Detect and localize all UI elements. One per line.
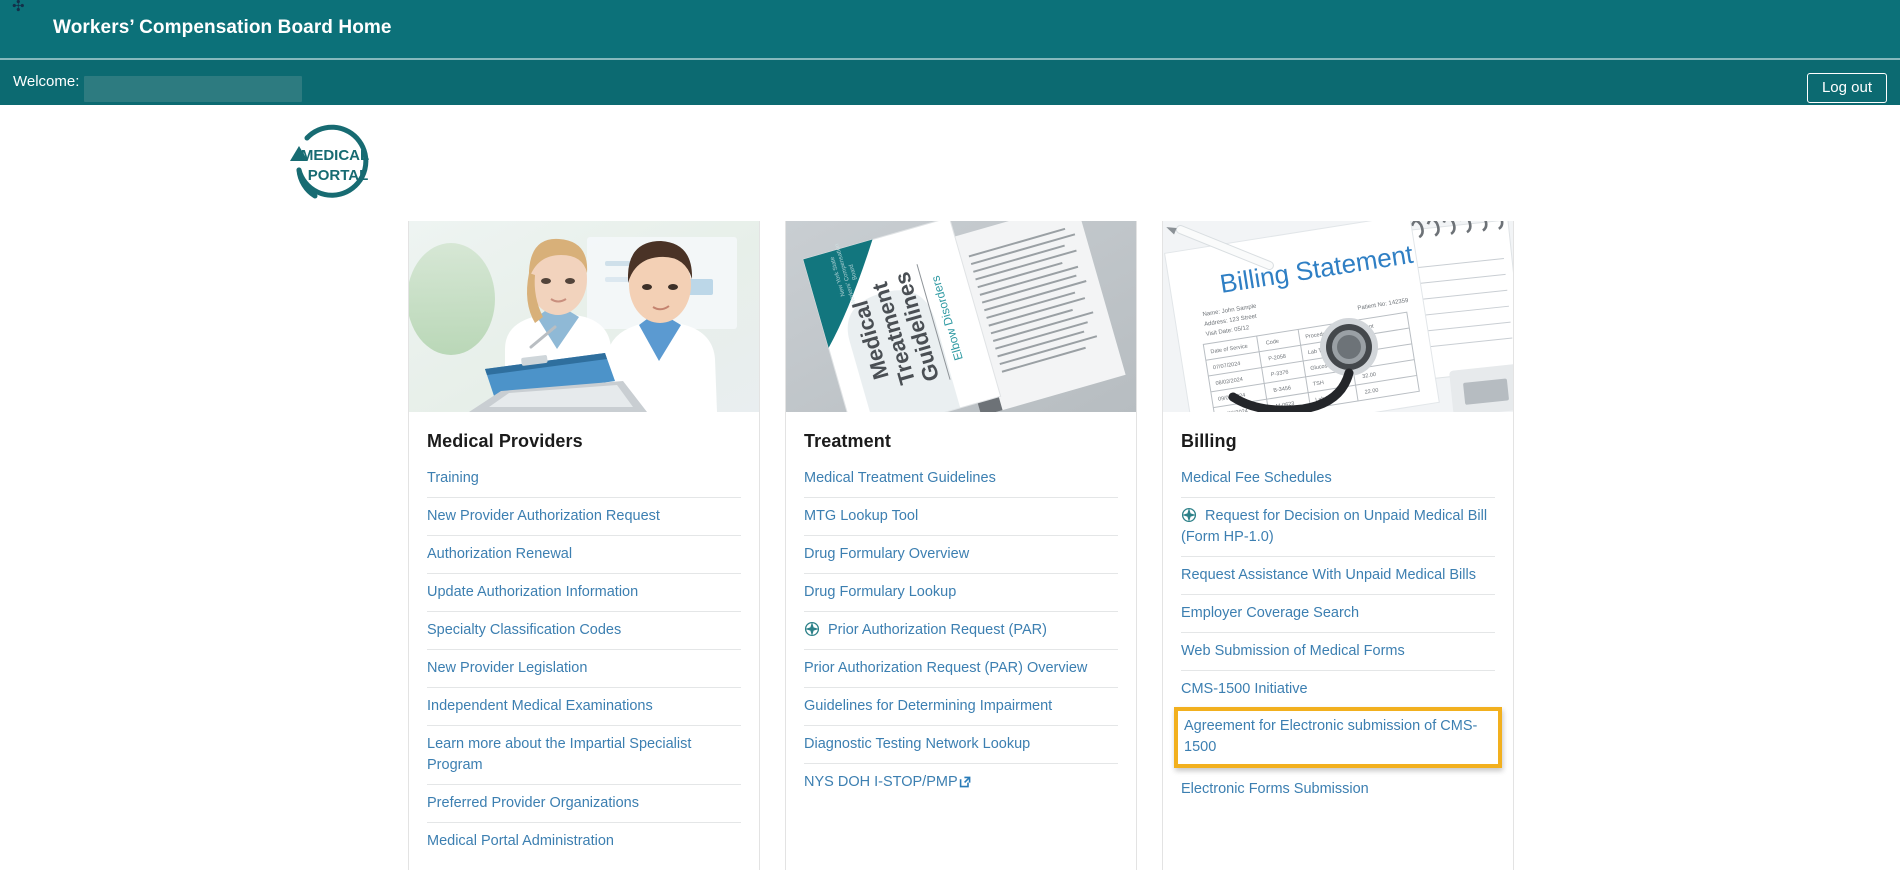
link-update-authorization-information[interactable]: Update Authorization Information [427,584,638,600]
link-independent-medical-examinations[interactable]: Independent Medical Examinations [427,698,653,714]
medical-portal-logo: MEDICAL PORTAL [275,112,387,210]
list-item[interactable]: Drug Formulary Lookup [804,573,1118,611]
list-item[interactable]: Employer Coverage Search [1181,594,1495,632]
list-item[interactable]: New Provider Authorization Request [427,497,741,535]
link-list-treatment: Medical Treatment Guidelines MTG Lookup … [804,466,1118,801]
link-list-medical-providers: Training New Provider Authorization Requ… [427,466,741,860]
redacted-username [84,76,302,102]
card-treatment: Medical Treatment Guidelines Elbow Disor… [785,221,1137,870]
list-item[interactable]: Electronic Forms Submission [1181,768,1495,808]
card-title: Medical Providers [427,431,583,451]
list-item[interactable]: MTG Lookup Tool [804,497,1118,535]
link-mtg-lookup-tool[interactable]: MTG Lookup Tool [804,508,918,524]
link-guidelines-for-determining-impairment[interactable]: Guidelines for Determining Impairment [804,698,1052,714]
link-agreement-electronic-submission-cms-1500-highlighted[interactable]: Agreement for Electronic submission of C… [1174,707,1502,769]
list-item[interactable]: Training [427,466,741,497]
compass-icon [804,621,820,637]
list-item[interactable]: Web Submission of Medical Forms [1181,632,1495,670]
card-title: Billing [1181,431,1237,451]
link-drug-formulary-overview[interactable]: Drug Formulary Overview [804,546,969,562]
list-item[interactable]: Drug Formulary Overview [804,535,1118,573]
list-item[interactable]: Preferred Provider Organizations [427,784,741,822]
mouse-cursor-icon: ✣ [12,0,25,15]
list-item[interactable]: Learn more about the Impartial Specialis… [427,725,741,784]
card-body-medical-providers: Medical Providers Training New Provider … [409,431,759,870]
compass-icon [1181,507,1197,523]
link-list-billing: Medical Fee Schedules Request for Decisi… [1174,466,1502,808]
link-authorization-renewal[interactable]: Authorization Renewal [427,546,572,562]
list-item[interactable]: CMS-1500 Initiative [1181,670,1495,708]
card-image-billing: Billing Statement Name: John Sample Addr… [1163,221,1513,412]
card-body-billing: Billing Medical Fee Schedules Request fo… [1163,431,1513,819]
link-drug-formulary-lookup[interactable]: Drug Formulary Lookup [804,584,956,600]
list-item[interactable]: Guidelines for Determining Impairment [804,687,1118,725]
link-request-assistance-unpaid-medical-bills[interactable]: Request Assistance With Unpaid Medical B… [1181,567,1476,583]
list-item[interactable]: Independent Medical Examinations [427,687,741,725]
link-training[interactable]: Training [427,470,479,486]
list-item[interactable]: Prior Authorization Request (PAR) Overvi… [804,649,1118,687]
page-title: Workers’ Compensation Board Home [53,17,392,38]
link-prior-authorization-request-par[interactable]: Prior Authorization Request (PAR) [828,622,1047,638]
card-body-treatment: Treatment Medical Treatment Guidelines M… [786,431,1136,812]
logo-line-2: PORTAL [308,167,369,184]
link-diagnostic-testing-network-lookup[interactable]: Diagnostic Testing Network Lookup [804,736,1030,752]
log-out-button[interactable]: Log out [1806,73,1887,104]
list-item[interactable]: Specialty Classification Codes [427,611,741,649]
link-employer-coverage-search[interactable]: Employer Coverage Search [1181,605,1359,621]
list-item[interactable]: Prior Authorization Request (PAR) [804,611,1118,649]
link-cms-1500-initiative[interactable]: CMS-1500 Initiative [1181,681,1308,697]
link-new-provider-authorization-request[interactable]: New Provider Authorization Request [427,508,660,524]
list-item[interactable]: Medical Fee Schedules [1181,466,1495,497]
card-title: Treatment [804,431,891,451]
link-new-provider-legislation[interactable]: New Provider Legislation [427,660,587,676]
link-prior-authorization-request-par-overview[interactable]: Prior Authorization Request (PAR) Overvi… [804,660,1087,676]
list-item[interactable]: Diagnostic Testing Network Lookup [804,725,1118,763]
welcome-label: Welcome: [13,73,80,90]
link-specialty-classification-codes[interactable]: Specialty Classification Codes [427,622,621,638]
card-medical-providers: Medical Providers Training New Provider … [408,221,760,870]
link-request-for-decision-unpaid-medical-bill[interactable]: Request for Decision on Unpaid Medical B… [1181,508,1487,545]
link-medical-treatment-guidelines[interactable]: Medical Treatment Guidelines [804,470,996,486]
link-agreement-for-electronic-submission-of-cms-1500[interactable]: Agreement for Electronic submission of C… [1184,718,1477,755]
link-nys-doh-i-stop-pmp[interactable]: NYS DOH I-STOP/PMP [804,774,958,790]
list-item[interactable]: Request Assistance With Unpaid Medical B… [1181,556,1495,594]
list-item[interactable]: Medical Portal Administration [427,822,741,860]
card-image-treatment: Medical Treatment Guidelines Elbow Disor… [786,221,1136,412]
list-item[interactable]: New Provider Legislation [427,649,741,687]
app-title-bar: ✣ Workers’ Compensation Board Home [0,0,1900,58]
card-image-medical-providers [409,221,759,412]
external-link-icon [959,775,971,788]
link-medical-fee-schedules[interactable]: Medical Fee Schedules [1181,470,1332,486]
link-medical-portal-administration[interactable]: Medical Portal Administration [427,833,614,849]
list-item[interactable]: Update Authorization Information [427,573,741,611]
list-item[interactable]: Authorization Renewal [427,535,741,573]
list-item[interactable]: NYS DOH I-STOP/PMP [804,763,1118,801]
link-web-submission-of-medical-forms[interactable]: Web Submission of Medical Forms [1181,643,1405,659]
list-item[interactable]: Request for Decision on Unpaid Medical B… [1181,497,1495,556]
list-item[interactable]: Medical Treatment Guidelines [804,466,1118,497]
logo-line-1: MEDICAL [301,147,369,164]
link-impartial-specialist-program[interactable]: Learn more about the Impartial Specialis… [427,736,691,773]
card-billing: Billing Statement Name: John Sample Addr… [1162,221,1514,870]
card-grid: Medical Providers Training New Provider … [408,221,1514,870]
link-electronic-forms-submission[interactable]: Electronic Forms Submission [1181,781,1369,797]
